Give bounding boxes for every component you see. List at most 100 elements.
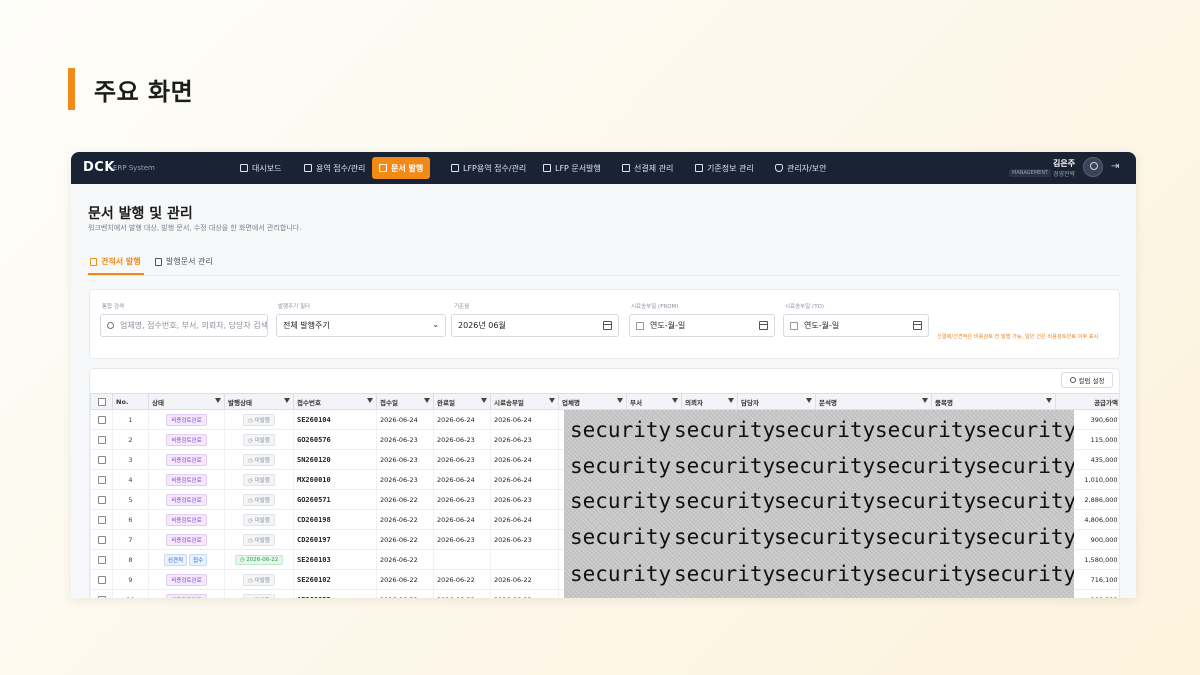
receipt-number[interactable]: GO260571: [293, 489, 377, 510]
calendar-icon[interactable]: [913, 321, 922, 330]
app-logo[interactable]: DCK: [83, 160, 115, 175]
nav-lfp-document[interactable]: LFP 문서발행: [536, 157, 608, 179]
date-to-input[interactable]: 연도-월-일: [783, 314, 929, 337]
receipt-number[interactable]: MX260010: [293, 469, 377, 490]
link-icon: [155, 257, 162, 266]
search-icon: [107, 322, 114, 329]
status-cell: 비용검토완료: [148, 409, 225, 430]
nav-admin-security[interactable]: 관리자/보안: [768, 157, 834, 179]
row-checkbox[interactable]: [90, 469, 113, 490]
redaction-watermark-text: security: [975, 562, 1074, 586]
receipt-date: 2026-06-23: [376, 469, 434, 490]
receipt-number[interactable]: CD260197: [293, 529, 377, 550]
col-header[interactable]: 문석명: [815, 393, 932, 410]
search-input[interactable]: 업체명, 접수번호, 부서, 의뢰자, 담당자 검색: [100, 314, 268, 337]
redaction-watermark-text: security: [975, 525, 1074, 549]
col-header[interactable]: 접수일: [376, 393, 434, 410]
col-header[interactable]: 담당자: [737, 393, 816, 410]
base-month-input[interactable]: 2026년 06월: [451, 314, 619, 337]
filter-icon: [284, 398, 290, 403]
status-cell: 비용검토완료: [148, 589, 225, 598]
calendar-icon[interactable]: [759, 321, 768, 330]
redaction-overlay: security security security security security…: [564, 410, 1074, 598]
logout-icon[interactable]: ⇥: [1111, 161, 1123, 173]
issue-status-badge: ◷ 미발행: [243, 413, 275, 426]
col-header[interactable]: 의뢰자: [681, 393, 738, 410]
complete-date: 2026-06-23: [433, 429, 491, 450]
complete-date: 2026-06-24: [433, 469, 491, 490]
user-avatar[interactable]: [1083, 157, 1103, 177]
issue-status-badge: ◷ 미발행: [243, 533, 275, 546]
row-checkbox[interactable]: [90, 449, 113, 470]
col-header[interactable]: 완료일: [433, 393, 491, 410]
col-header[interactable]: 품목명: [931, 393, 1056, 410]
row-checkbox[interactable]: [90, 489, 113, 510]
filter-note: 선결제/선견적은 비용검토 전 발행 가능, 일반 건은 비용검토완료 이후 표…: [937, 334, 1099, 340]
sample-sent-date: 2026-06-23: [490, 429, 559, 450]
status-badge: 비용검토완료: [166, 533, 207, 546]
status-badge: 비용검토완료: [166, 413, 207, 426]
nav-master-data[interactable]: 기준정보 관리: [688, 157, 761, 179]
col-header[interactable]: 시료송부일: [490, 393, 559, 410]
receipt-number[interactable]: CD260198: [293, 509, 377, 530]
col-header[interactable]: 부서: [626, 393, 682, 410]
receipt-number[interactable]: GO260576: [293, 429, 377, 450]
top-navigation-bar: DCK ERP System 대시보드 용역 접수/관리 문서 발행 LFP용역…: [71, 152, 1136, 184]
slide-title-accent-bar: [68, 68, 75, 110]
col-header[interactable]: 공급가액: [1055, 393, 1119, 410]
status-cell: 비용검토완료: [148, 509, 225, 530]
receipt-number[interactable]: SE260102: [293, 569, 377, 590]
row-checkbox[interactable]: [90, 569, 113, 590]
nav-prepayment[interactable]: 선결제 관리: [615, 157, 680, 179]
row-checkbox[interactable]: [90, 589, 113, 598]
col-header[interactable]: No.: [112, 393, 149, 410]
col-header[interactable]: 발행상태: [224, 393, 294, 410]
col-header[interactable]: 접수번호: [293, 393, 377, 410]
receipt-number[interactable]: SN260120: [293, 449, 377, 470]
nav-lfp-intake[interactable]: LFP용역 접수/관리: [444, 157, 533, 179]
select-all-checkbox[interactable]: [90, 393, 113, 410]
document-icon: [543, 164, 551, 172]
nav-service-intake[interactable]: 용역 접수/관리: [297, 157, 372, 179]
tab-quote-issue[interactable]: 견적서 발행: [90, 256, 141, 267]
receipt-date: 2026-06-22: [376, 489, 434, 510]
cycle-filter-select[interactable]: 전체 발행주기 ⌄: [276, 314, 446, 337]
issue-status-cell: ◷ 미발행: [224, 429, 294, 450]
receipt-date: 2026-06-23: [376, 429, 434, 450]
gear-icon: [1069, 377, 1076, 383]
issue-status-badge: ◷ 2026-06-22: [234, 554, 284, 565]
row-number: 2: [112, 429, 149, 450]
complete-date: 2026-06-24: [433, 409, 491, 430]
issue-status-cell: ◷ 미발행: [224, 529, 294, 550]
redaction-watermark-text: security: [774, 562, 876, 586]
col-header[interactable]: 업체명: [558, 393, 627, 410]
column-settings-button[interactable]: 컬럼 설정: [1061, 372, 1113, 388]
sample-sent-date: 2026-06-22: [490, 569, 559, 590]
nav-dashboard[interactable]: 대시보드: [233, 157, 288, 179]
complete-date: 2026-06-23: [433, 449, 491, 470]
row-checkbox[interactable]: [90, 529, 113, 550]
redaction-watermark-text: security: [774, 454, 876, 478]
tab-divider: [88, 275, 1120, 276]
status-badge: 비용검토완료: [166, 473, 207, 486]
receipt-number[interactable]: SE260104: [293, 409, 377, 430]
status-badge: 비용검토완료: [166, 433, 207, 446]
document-icon: [90, 257, 97, 266]
receipt-number[interactable]: SE260103: [293, 549, 377, 570]
row-checkbox[interactable]: [90, 509, 113, 530]
status-badge: 선견적: [163, 553, 188, 566]
calendar-icon[interactable]: [603, 321, 612, 330]
tab-issued-docs[interactable]: 발행문서 관리: [155, 256, 213, 267]
row-checkbox[interactable]: [90, 429, 113, 450]
issue-status-badge: ◷ 미발행: [243, 513, 275, 526]
date-from-input[interactable]: 연도-월-일: [629, 314, 775, 337]
row-number: 8: [112, 549, 149, 570]
nav-document-issue[interactable]: 문서 발행: [372, 157, 431, 179]
row-checkbox[interactable]: [90, 409, 113, 430]
redaction-watermark-text: security: [875, 454, 977, 478]
col-header[interactable]: 상태: [148, 393, 225, 410]
app-logo-subtitle: ERP System: [113, 164, 155, 172]
row-checkbox[interactable]: [90, 549, 113, 570]
row-number: 4: [112, 469, 149, 490]
receipt-number[interactable]: AB260033: [293, 589, 377, 598]
